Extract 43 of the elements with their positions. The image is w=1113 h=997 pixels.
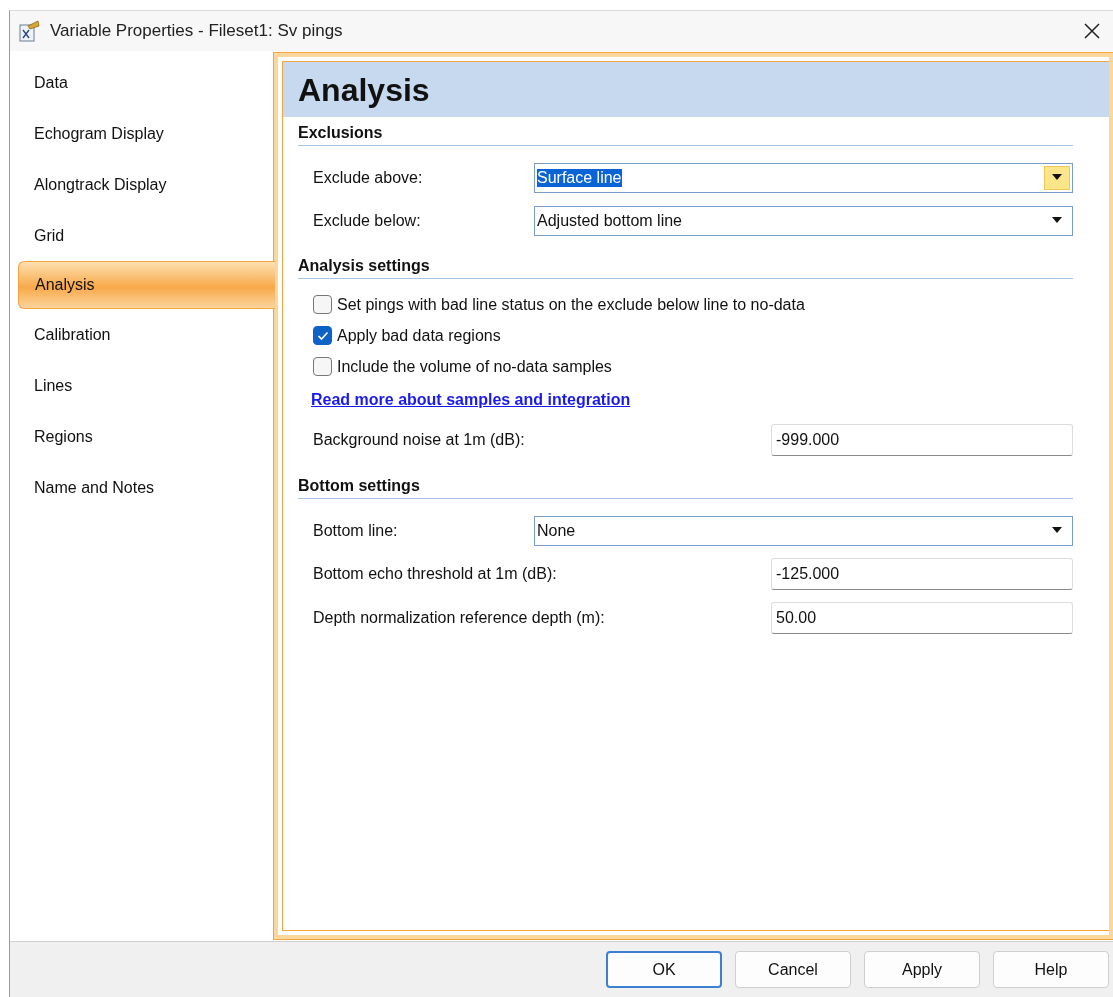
sidebar-item[interactable]: Echogram Display [18, 108, 272, 159]
checkbox-label: Set pings with bad line status on the exclude below line to no-data [337, 295, 805, 314]
checkbox[interactable] [313, 295, 332, 314]
section-heading: Analysis settings [298, 250, 1073, 279]
checkbox-label: Include the volume of no-data samples [337, 357, 612, 376]
caret-icon [1051, 527, 1063, 534]
checkbox[interactable] [313, 326, 332, 345]
caret-icon [1051, 217, 1063, 224]
sidebar-item[interactable]: Lines [18, 360, 272, 411]
dialog-button[interactable]: Help [993, 951, 1109, 988]
checkbox[interactable] [313, 357, 332, 376]
sidebar-item[interactable]: Grid [18, 210, 272, 261]
dialog-button[interactable]: Apply [864, 951, 980, 988]
field-label: Bottom echo threshold at 1m (dB): [313, 565, 558, 583]
field-label: Bottom line: [313, 521, 399, 540]
input-field[interactable]: -999.000 [771, 424, 1073, 456]
field-label: Exclude below: [313, 211, 422, 230]
caret-icon [1051, 174, 1063, 181]
dialog-button[interactable]: OK [606, 951, 722, 988]
sidebar-item[interactable]: Calibration [18, 309, 272, 360]
close-icon[interactable] [1083, 22, 1101, 40]
field-label: Depth normalization reference depth (m): [313, 609, 606, 627]
sidebar-item[interactable]: Name and Notes [18, 462, 272, 513]
page-title: Analysis [283, 62, 1109, 117]
dialog-button[interactable]: Cancel [735, 951, 851, 988]
check-icon [316, 330, 329, 341]
dropdown[interactable]: Adjusted bottom line [534, 205, 1073, 236]
field-label: Background noise at 1m (dB): [313, 431, 526, 449]
help-link[interactable]: Read more about samples and integration [311, 391, 631, 409]
dropdown[interactable]: Surface line [534, 162, 1073, 193]
dropdown[interactable]: None [534, 515, 1073, 546]
sidebar-item[interactable]: Regions [18, 411, 272, 462]
field-label: Exclude above: [313, 168, 424, 187]
section-heading: Exclusions [298, 117, 1073, 146]
sidebar-item[interactable]: Alongtrack Display [18, 159, 272, 210]
input-field[interactable]: -125.000 [771, 558, 1073, 590]
input-field[interactable]: 50.00 [771, 602, 1073, 634]
sidebar-item[interactable]: Data [18, 57, 272, 108]
checkbox-label: Apply bad data regions [337, 326, 501, 345]
variable-icon [18, 20, 40, 42]
window-title: Variable Properties - Fileset1: Sv pings [50, 21, 344, 41]
sidebar-item[interactable]: Analysis [18, 261, 275, 309]
section-heading: Bottom settings [298, 470, 1073, 499]
